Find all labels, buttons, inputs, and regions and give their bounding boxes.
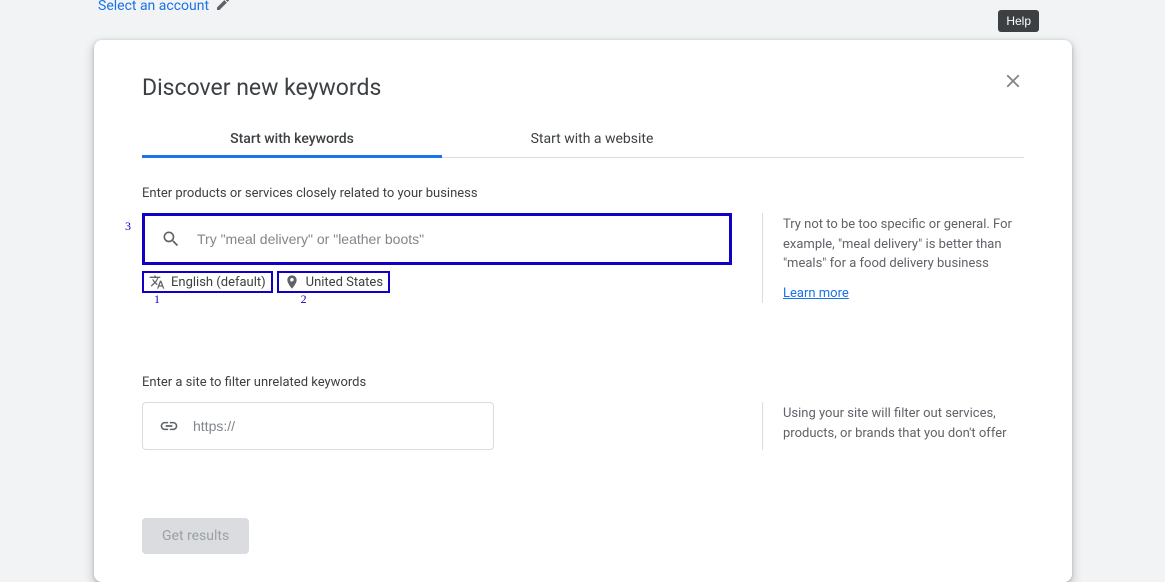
- site-field-label: Enter a site to filter unrelated keyword…: [142, 375, 1024, 390]
- account-label: Select an account: [98, 0, 209, 14]
- keywords-field-label: Enter products or services closely relat…: [142, 186, 1024, 201]
- location-icon: [284, 274, 300, 290]
- account-selector[interactable]: Select an account: [98, 0, 231, 16]
- modal-title: Discover new keywords: [142, 74, 381, 101]
- site-input[interactable]: [193, 418, 477, 434]
- keywords-input-wrap: [142, 213, 732, 265]
- keywords-input[interactable]: [197, 231, 713, 247]
- annotation-1: 1: [154, 292, 160, 307]
- search-icon: [161, 229, 181, 249]
- site-tip: Using your site will filter out services…: [783, 404, 1024, 443]
- keywords-tip: Try not to be too specific or general. F…: [783, 215, 1024, 274]
- get-results-button[interactable]: Get results: [142, 518, 249, 554]
- tabs: Start with keywords Start with a website: [142, 121, 1024, 158]
- keyword-planner-modal: Discover new keywords Start with keyword…: [94, 40, 1072, 582]
- help-button[interactable]: Help: [998, 10, 1039, 32]
- close-icon[interactable]: [1002, 70, 1024, 96]
- tab-start-with-website[interactable]: Start with a website: [442, 121, 742, 157]
- location-label: United States: [306, 275, 383, 290]
- language-chip[interactable]: English (default) 1: [142, 271, 273, 293]
- translate-icon: [149, 274, 165, 290]
- pencil-icon: [215, 0, 231, 16]
- language-label: English (default): [171, 275, 266, 290]
- tab-start-with-keywords[interactable]: Start with keywords: [142, 121, 442, 157]
- location-chip[interactable]: United States 2: [277, 271, 390, 293]
- annotation-3: 3: [125, 219, 131, 234]
- site-input-wrap: [142, 402, 494, 450]
- learn-more-link[interactable]: Learn more: [783, 284, 849, 304]
- link-icon: [159, 416, 179, 436]
- annotation-2: 2: [301, 292, 307, 307]
